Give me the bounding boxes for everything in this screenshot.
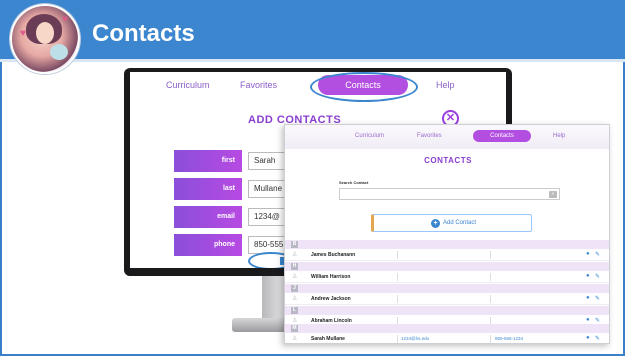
contact-phone: 850-555-1234 <box>495 336 524 341</box>
person-icon: ♙ <box>292 274 298 280</box>
person-icon: ♙ <box>292 296 298 302</box>
divider <box>397 273 398 281</box>
add-contact-label: Add Contact <box>443 220 477 226</box>
first-label: first <box>174 150 242 172</box>
pencil-icon[interactable]: ✎ <box>595 317 600 324</box>
contact-name: William Harrison <box>311 274 351 280</box>
plus-circle-icon: + <box>431 219 440 228</box>
pencil-icon[interactable]: ✎ <box>595 273 600 280</box>
contacts-window: Curriculum Favorites Contacts Help CONTA… <box>284 124 610 344</box>
contact-email: 1234@hs.edu <box>401 336 430 341</box>
divider <box>490 335 491 343</box>
nav-help[interactable]: Help <box>436 80 455 90</box>
last-label: last <box>174 178 242 200</box>
person-icon: ♙ <box>292 252 298 258</box>
eye-icon[interactable]: ● <box>586 317 590 323</box>
letter-header: M <box>285 324 609 333</box>
letter-badge: B <box>291 241 298 248</box>
contact-name: James Buchanann <box>311 252 356 258</box>
person-icon: ♙ <box>292 318 298 324</box>
divider <box>490 273 491 281</box>
nav-curriculum[interactable]: Curriculum <box>355 133 384 139</box>
divider <box>397 335 398 343</box>
table-row[interactable]: ♙ James Buchanann ● ✎ <box>285 249 609 261</box>
eye-icon[interactable]: ● <box>586 335 590 341</box>
letter-badge: J <box>291 285 298 292</box>
nav-help[interactable]: Help <box>553 133 565 139</box>
pencil-icon[interactable]: ✎ <box>595 251 600 258</box>
nav-favorites[interactable]: Favorites <box>240 80 277 90</box>
search-icon[interactable]: ⌕ <box>549 191 557 198</box>
divider <box>397 295 398 303</box>
pencil-icon[interactable]: ✎ <box>595 295 600 302</box>
pencil-icon[interactable]: ✎ <box>595 335 600 342</box>
avatar-baby <box>50 44 68 60</box>
letter-header: L <box>285 306 609 315</box>
heart-icon: ♥ <box>20 28 26 39</box>
table-row[interactable]: ♙ Andrew Jackson ● ✎ <box>285 293 609 305</box>
divider <box>490 295 491 303</box>
avatar: ♥ ♥ <box>10 4 80 74</box>
search-input[interactable]: ⌕ <box>339 188 560 200</box>
heart-icon: ♥ <box>62 14 68 25</box>
letter-badge: L <box>291 307 298 314</box>
search-label: Search Contact <box>339 180 369 185</box>
avatar-face <box>36 22 54 44</box>
table-row[interactable]: ♙ William Harrison ● ✎ <box>285 271 609 283</box>
page-title: Contacts <box>92 20 195 47</box>
contacts-heading: CONTACTS <box>424 156 472 165</box>
eye-icon[interactable]: ● <box>586 273 590 279</box>
nav-curriculum[interactable]: Curriculum <box>166 80 210 90</box>
phone-label: phone <box>174 234 242 256</box>
letter-header: J <box>285 284 609 293</box>
letter-badge: H <box>291 263 298 270</box>
letter-header: H <box>285 262 609 271</box>
letter-header: B <box>285 240 609 249</box>
divider <box>490 251 491 259</box>
highlight-ring <box>310 72 418 102</box>
divider <box>397 251 398 259</box>
table-row[interactable]: ♙ Sarah Mullane 1234@hs.edu 850-555-1234… <box>285 333 609 343</box>
nav-favorites[interactable]: Favorites <box>417 133 442 139</box>
email-label: email <box>174 206 242 228</box>
letter-badge: M <box>291 325 298 332</box>
contact-name: Sarah Mullane <box>311 336 345 342</box>
person-icon: ♙ <box>292 336 298 342</box>
eye-icon[interactable]: ● <box>586 295 590 301</box>
contact-name: Andrew Jackson <box>311 296 351 302</box>
add-contact-button[interactable]: + Add Contact <box>371 214 532 232</box>
eye-icon[interactable]: ● <box>586 251 590 257</box>
nav-contacts[interactable]: Contacts <box>473 130 531 142</box>
